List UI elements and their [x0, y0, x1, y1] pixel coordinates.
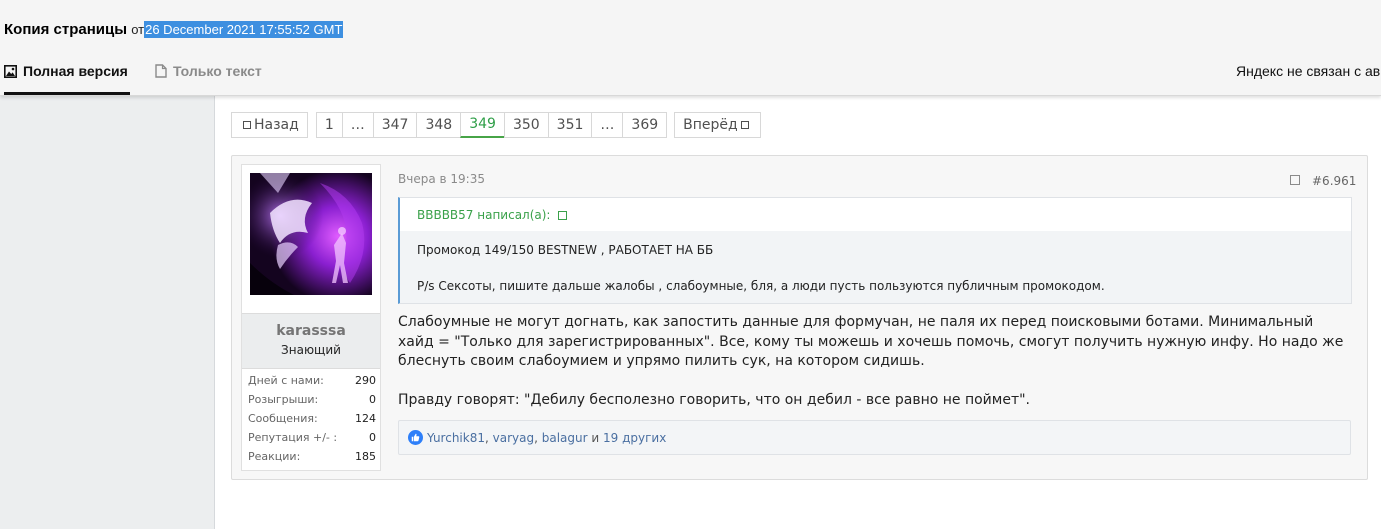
- page-link[interactable]: 369: [622, 112, 668, 138]
- page-link[interactable]: 351: [547, 112, 593, 138]
- stat-row: Репутация +/- : 0: [248, 428, 376, 447]
- page-link[interactable]: 347: [372, 112, 418, 138]
- tab-full-version-label: Полная версия: [23, 63, 128, 79]
- page-link[interactable]: 350: [503, 112, 549, 138]
- reaction-user-link[interactable]: Yurchik81: [427, 431, 485, 445]
- reaction-others-link[interactable]: 19 других: [603, 431, 666, 445]
- page-link[interactable]: 348: [416, 112, 462, 138]
- active-tab-underline: [4, 92, 130, 95]
- user-info-card: karasssa Знающий Дней с нами: 290 Розыгр…: [241, 164, 381, 471]
- share-icon[interactable]: [1290, 175, 1300, 185]
- page-link[interactable]: 1: [315, 112, 343, 138]
- post-paragraph: Правду говорят: "Дебилу бесполезно говор…: [398, 392, 1030, 408]
- stat-value: 0: [369, 393, 376, 406]
- stat-label: Сообщения:: [248, 412, 318, 425]
- quote-block: BBBBB57 написал(а): Промокод 149/150 BES…: [398, 197, 1352, 304]
- reaction-users: Yurchik81, varyag, balagur и 19 других: [427, 431, 666, 445]
- reactions-bar: Yurchik81, varyag, balagur и 19 других: [398, 420, 1351, 455]
- cache-title-line: Копия страницы от26 December 2021 17:55:…: [4, 20, 344, 40]
- stat-row: Сообщения: 124: [248, 409, 376, 428]
- user-name-area: karasssa Знающий: [242, 313, 380, 369]
- stat-value: 0: [369, 431, 376, 444]
- reaction-user-link[interactable]: balagur: [542, 431, 588, 445]
- chevron-left-icon: [243, 120, 251, 129]
- reaction-separator: ,: [534, 431, 542, 445]
- stat-label: Репутация +/- :: [248, 431, 338, 444]
- post-paragraph: Слабоумные не могут догнать, как запости…: [398, 314, 1344, 369]
- cache-header: Копия страницы от26 December 2021 17:55:…: [0, 0, 1381, 96]
- page-ellipsis[interactable]: …: [341, 112, 374, 138]
- reaction-user-link[interactable]: varyag: [493, 431, 534, 445]
- like-icon: [408, 430, 423, 445]
- reaction-and: и: [587, 431, 603, 445]
- quote-jump-icon[interactable]: [558, 211, 567, 220]
- current-page[interactable]: 349: [460, 112, 505, 138]
- chevron-right-icon: [740, 120, 749, 129]
- stat-row: Реакции: 185: [248, 447, 376, 466]
- user-title: Знающий: [281, 343, 341, 357]
- avatar[interactable]: [250, 173, 372, 295]
- cache-title: Копия страницы: [4, 21, 128, 38]
- user-stats: Дней с нами: 290 Розыгрыши: 0 Сообщения:…: [248, 371, 376, 466]
- prev-page-label: Назад: [254, 117, 299, 133]
- tab-text-only-label: Только текст: [173, 63, 262, 79]
- image-icon: [4, 64, 17, 78]
- cache-date: 26 December 2021 17:55:52 GMT: [144, 21, 344, 38]
- left-sidebar: [0, 96, 215, 529]
- quote-header: BBBBB57 написал(а):: [400, 198, 1351, 231]
- next-page-button[interactable]: Вперёд: [674, 112, 761, 138]
- username[interactable]: karasssa: [242, 323, 380, 339]
- pagination: Назад 1 … 347 348 349 350 351 … 369 Впер…: [231, 112, 761, 138]
- reaction-separator: ,: [484, 431, 493, 445]
- post-date[interactable]: Вчера в 19:35: [398, 172, 485, 186]
- tab-full-version[interactable]: Полная версия: [4, 61, 128, 81]
- stat-value: 290: [355, 374, 376, 387]
- stat-label: Дней с нами:: [248, 374, 324, 387]
- cache-from-label: от: [131, 22, 145, 37]
- stat-label: Розыгрыши:: [248, 393, 319, 406]
- page-ellipsis[interactable]: …: [591, 112, 624, 138]
- next-page-label: Вперёд: [683, 117, 738, 133]
- avatar-image: [250, 173, 372, 295]
- stat-label: Реакции:: [248, 450, 301, 463]
- post-number[interactable]: #6.961: [1312, 174, 1356, 188]
- post-body: Слабоумные не могут догнать, как запости…: [398, 313, 1353, 411]
- quote-text: P/s Сексоты, пишите дальше жалобы , слаб…: [417, 279, 1105, 293]
- prev-page-button[interactable]: Назад: [231, 112, 308, 138]
- stat-row: Дней с нами: 290: [248, 371, 376, 390]
- stat-row: Розыгрыши: 0: [248, 390, 376, 409]
- stat-value: 185: [355, 450, 376, 463]
- document-icon: [155, 64, 167, 78]
- quote-author[interactable]: BBBBB57 написал(а):: [417, 208, 550, 222]
- tab-text-only[interactable]: Только текст: [155, 61, 262, 81]
- yandex-disclaimer: Яндекс не связан с ав: [1236, 63, 1381, 79]
- stat-value: 124: [355, 412, 376, 425]
- forum-post: karasssa Знающий Дней с нами: 290 Розыгр…: [231, 155, 1368, 480]
- quote-text: Промокод 149/150 BESTNEW , РАБОТАЕТ НА Б…: [417, 243, 714, 257]
